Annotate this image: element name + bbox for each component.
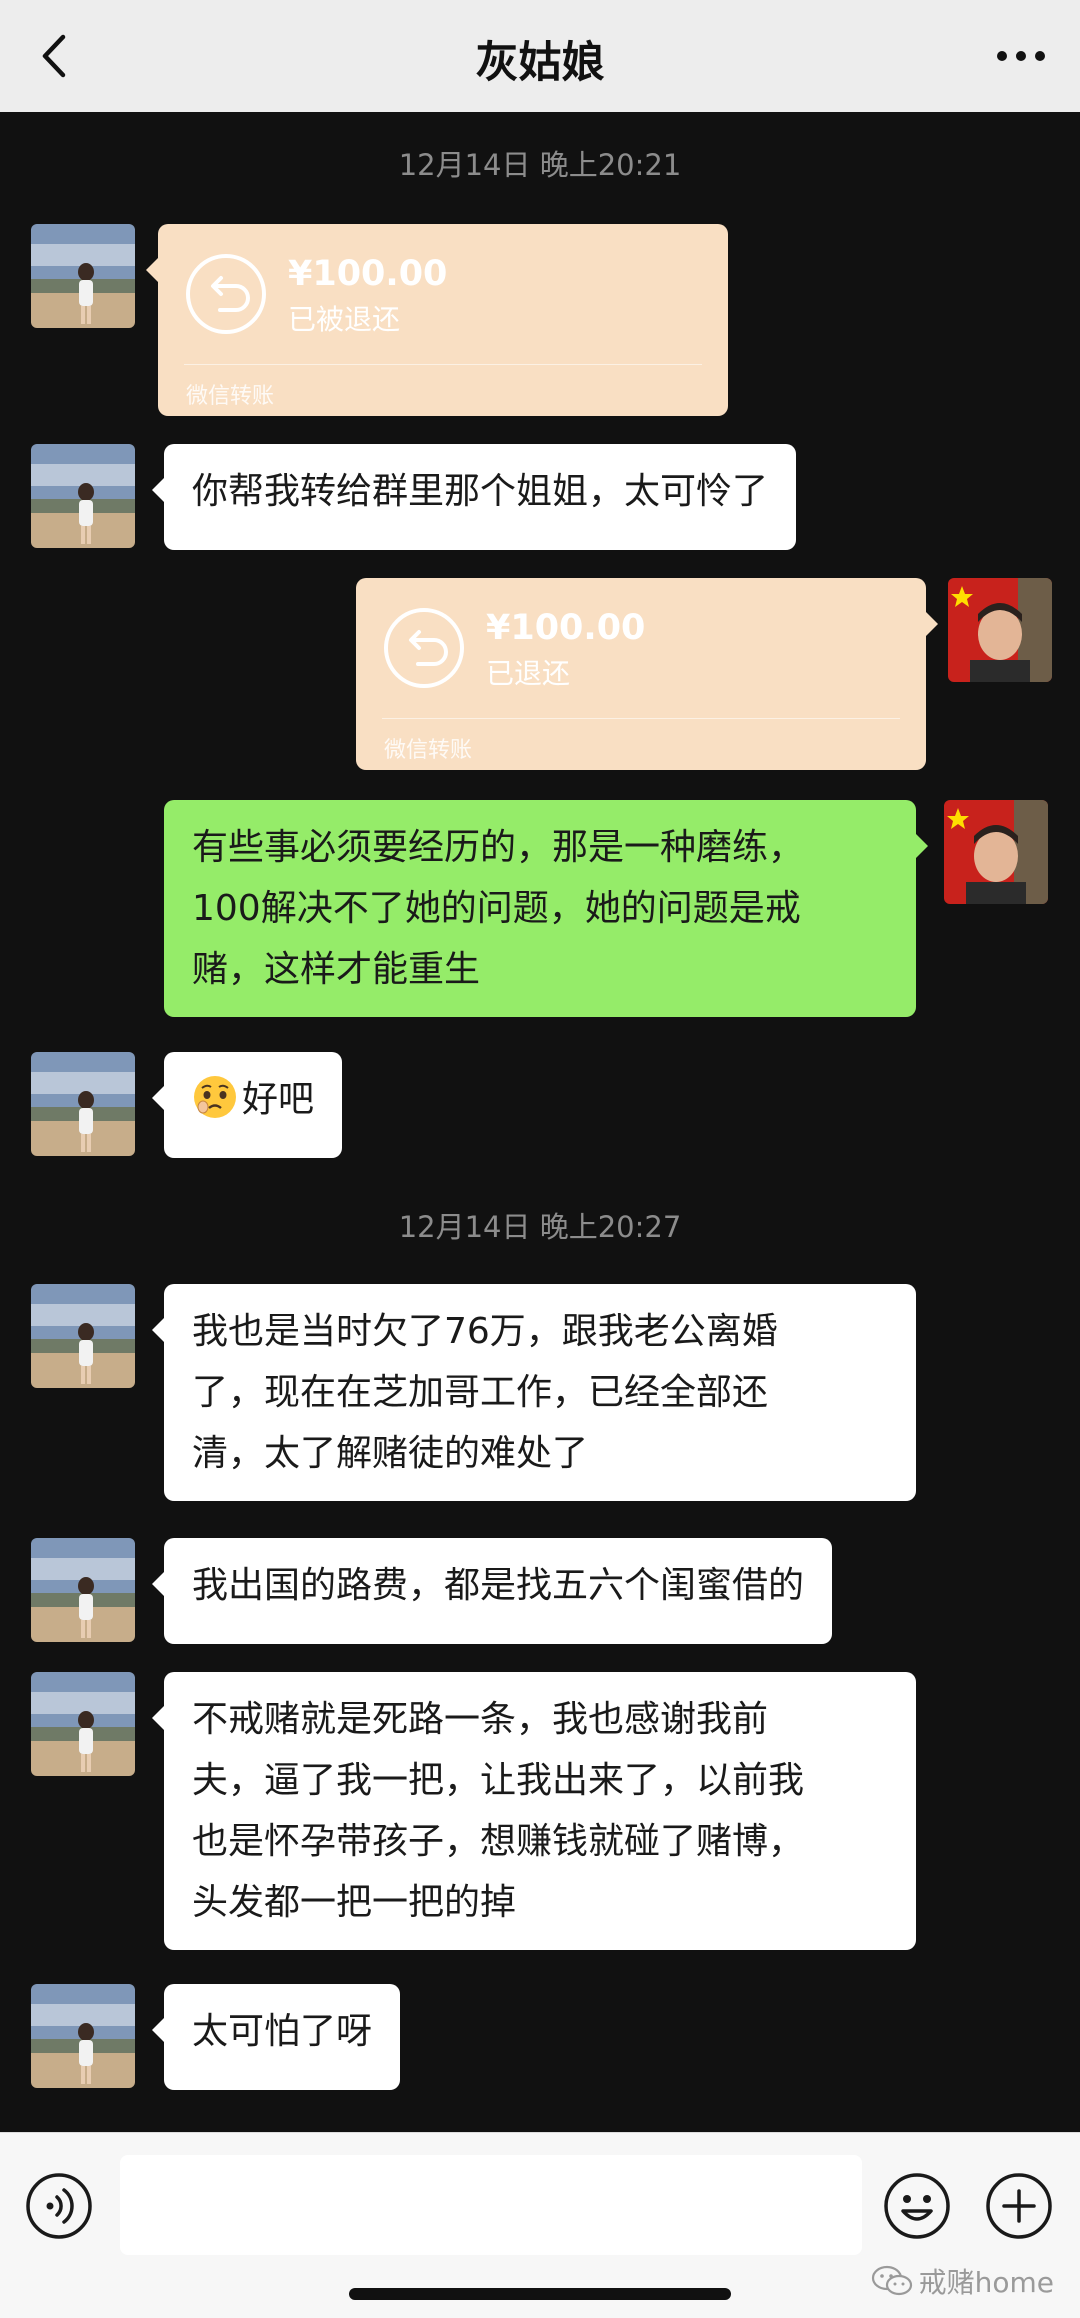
transfer-amount: ¥100.00 <box>486 608 646 648</box>
contact-avatar[interactable] <box>31 1052 135 1156</box>
message-text: 你帮我转给群里那个姐姐，太可怜了 <box>192 471 769 512</box>
message-line: 了，现在在芝加哥工作，已经全部还 <box>192 1372 769 1413</box>
avatar-image <box>31 1984 135 2088</box>
transfer-divider <box>184 364 702 365</box>
transfer-footer: 微信转账 <box>186 384 275 409</box>
watermark: 戒赌home <box>871 2261 1054 2301</box>
avatar-image <box>31 224 135 328</box>
message-line: 也是怀孕带孩子，想赚钱就碰了赌博， <box>192 1821 805 1862</box>
home-indicator[interactable] <box>349 2288 731 2300</box>
contact-avatar[interactable] <box>31 1672 135 1776</box>
message-text: 我出国的路费，都是找五六个闺蜜借的 <box>192 1565 805 1606</box>
message-line: 不戒赌就是死路一条，我也感谢我前 <box>192 1699 769 1740</box>
my-avatar[interactable] <box>944 800 1048 904</box>
message-line: 清，太了解赌徒的难处了 <box>192 1433 589 1474</box>
message-input[interactable] <box>120 2155 862 2255</box>
message-line: 赌，这样才能重生 <box>192 949 481 990</box>
contact-avatar[interactable] <box>31 444 135 548</box>
message-line: 头发都一把一把的掉 <box>192 1882 517 1923</box>
message-text: 好吧 <box>242 1079 315 1120</box>
chat-header: 灰姑娘 <box>0 0 1080 112</box>
my-avatar[interactable] <box>948 578 1052 682</box>
avatar-image <box>948 578 1052 682</box>
avatar-image <box>31 444 135 548</box>
contact-avatar[interactable] <box>31 224 135 328</box>
avatar-image <box>31 1284 135 1388</box>
transfer-divider <box>382 718 900 719</box>
transfer-card-returned[interactable]: ¥100.00 已被退还 微信转账 <box>146 224 728 416</box>
emoji-button[interactable] <box>882 2171 952 2241</box>
watermark-text: 戒赌home <box>918 2266 1054 2299</box>
message-bubble[interactable]: 有些事必须要经历的，那是一种磨练， 100解决不了她的问题，她的问题是戒 赌，这… <box>164 800 928 1017</box>
return-arrow-icon <box>186 254 266 334</box>
voice-icon <box>26 2173 92 2239</box>
more-functions-button[interactable] <box>984 2171 1054 2241</box>
message-line: 有些事必须要经历的，那是一种磨练， <box>192 827 805 868</box>
transfer-status: 已退还 <box>486 657 571 690</box>
transfer-amount: ¥100.00 <box>288 254 448 294</box>
pleading-face-emoji-icon <box>194 1076 236 1118</box>
chat-title: 灰姑娘 <box>475 38 605 88</box>
transfer-card-returned[interactable]: ¥100.00 已退还 微信转账 <box>356 578 938 770</box>
message-line: 100解决不了她的问题，她的问题是戒 <box>192 888 801 929</box>
transfer-status: 已被退还 <box>288 303 401 336</box>
message-bubble[interactable]: 不戒赌就是死路一条，我也感谢我前 夫，逼了我一把，让我出来了，以前我 也是怀孕带… <box>152 1672 916 1950</box>
chat-screen: 灰姑娘 12月14日 晚上20:21 ¥100.00 已被退还 微信转账 你帮我… <box>0 0 1080 2318</box>
contact-avatar[interactable] <box>31 1284 135 1388</box>
message-bubble[interactable]: 我也是当时欠了76万，跟我老公离婚 了，现在在芝加哥工作，已经全部还 清，太了解… <box>152 1284 916 1501</box>
contact-avatar[interactable] <box>31 1538 135 1642</box>
message-timestamp: 12月14日 晚上20:21 <box>398 148 682 182</box>
message-bubble[interactable]: 你帮我转给群里那个姐姐，太可怜了 <box>151 444 797 550</box>
message-bubble[interactable]: 太可怕了呀 <box>151 1984 401 2090</box>
back-button[interactable] <box>24 26 84 86</box>
return-arrow-icon <box>384 608 464 688</box>
wechat-logo-icon <box>871 2265 912 2296</box>
avatar-image <box>944 800 1048 904</box>
message-bubble[interactable]: 好吧 <box>151 1052 343 1158</box>
chevron-left-icon <box>42 34 66 78</box>
avatar-image <box>31 1052 135 1156</box>
more-options-button[interactable] <box>986 26 1056 86</box>
more-dots-icon <box>997 51 1045 61</box>
message-text: 太可怕了呀 <box>192 2011 373 2052</box>
avatar-image <box>31 1538 135 1642</box>
avatar-image <box>31 1672 135 1776</box>
contact-avatar[interactable] <box>31 1984 135 2088</box>
voice-input-button[interactable] <box>24 2171 94 2241</box>
transfer-footer: 微信转账 <box>384 738 473 763</box>
message-bubble[interactable]: 我出国的路费，都是找五六个闺蜜借的 <box>151 1538 833 1644</box>
smiley-icon <box>884 2173 950 2239</box>
plus-circle-icon <box>986 2173 1052 2239</box>
message-line: 夫，逼了我一把，让我出来了，以前我 <box>192 1760 805 1801</box>
message-line: 我也是当时欠了76万，跟我老公离婚 <box>192 1311 778 1352</box>
message-timestamp: 12月14日 晚上20:27 <box>398 1210 682 1244</box>
